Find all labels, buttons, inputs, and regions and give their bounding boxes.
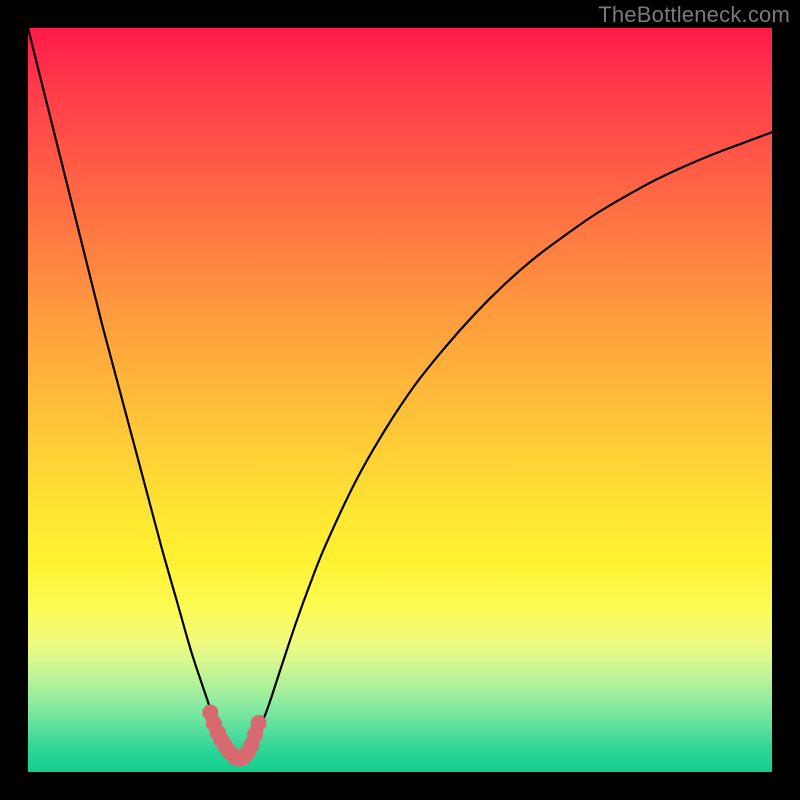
plot-area bbox=[28, 28, 772, 772]
watermark-text: TheBottleneck.com bbox=[598, 2, 790, 28]
highlight-layer bbox=[28, 28, 772, 772]
chart-frame: TheBottleneck.com bbox=[0, 0, 800, 800]
highlight-curve bbox=[210, 712, 258, 758]
